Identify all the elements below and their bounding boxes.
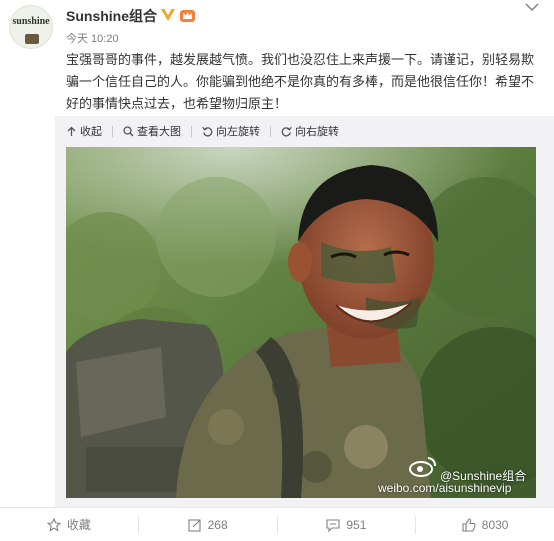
view-large-label: 查看大图: [137, 125, 181, 138]
comment-icon: [326, 518, 340, 532]
collapse-label: 收起: [80, 125, 102, 138]
media-toolbar: 收起 查看大图 向左旋转 向右旋转: [66, 122, 349, 140]
avatar[interactable]: sunshine: [9, 5, 53, 49]
rotate-right-button[interactable]: 向右旋转: [281, 123, 339, 139]
rotate-right-label: 向右旋转: [295, 125, 339, 138]
magnifier-icon: [123, 125, 134, 136]
avatar-logo-text: sunshine: [12, 16, 50, 27]
like-count: 8030: [481, 517, 509, 532]
post-timestamp[interactable]: 今天 10:20: [66, 30, 119, 46]
comment-count: 951: [346, 517, 367, 532]
toolbar-divider: [191, 125, 192, 137]
comment-button[interactable]: 951: [278, 515, 417, 534]
thumbs-up-icon: [462, 517, 476, 532]
user-name[interactable]: Sunshine组合: [66, 6, 157, 26]
verified-icon[interactable]: [160, 8, 176, 22]
repost-icon: [188, 518, 201, 532]
vip-crown-icon[interactable]: [179, 7, 196, 23]
favorite-button[interactable]: 收藏: [0, 515, 139, 534]
toolbar-divider: [270, 125, 271, 137]
view-large-button[interactable]: 查看大图: [123, 123, 181, 139]
star-icon: [46, 517, 61, 532]
weibo-post-card: sunshine Sunshine组合 今天 10:20 宝强哥哥的事件，越发展…: [0, 0, 554, 541]
watermark-url: weibo.com/aisunshinevip: [378, 481, 512, 495]
collapse-button[interactable]: 收起: [66, 123, 102, 139]
chevron-down-icon[interactable]: [525, 2, 539, 12]
favorite-label: 收藏: [66, 518, 91, 532]
collapse-icon: [67, 126, 76, 136]
rotate-left-label: 向左旋转: [216, 125, 260, 138]
rotate-left-button[interactable]: 向左旋转: [202, 123, 260, 139]
post-action-bar: 收藏 268 951 8030: [0, 507, 554, 541]
rotate-left-icon: [202, 126, 213, 136]
post-text: 宝强哥哥的事件，越发展越气愤。我们也没忍住上来声援一下。请谨记，别轻易欺骗一个信…: [66, 53, 535, 112]
toolbar-divider: [112, 125, 113, 137]
repost-button[interactable]: 268: [139, 515, 278, 534]
rotate-right-icon: [281, 126, 292, 136]
repost-count: 268: [207, 517, 228, 532]
post-photo[interactable]: [66, 147, 536, 498]
avatar-figure: [25, 34, 39, 44]
like-button[interactable]: 8030: [416, 516, 554, 534]
weibo-logo-icon: [409, 457, 436, 477]
soldier-photo: [66, 147, 536, 498]
